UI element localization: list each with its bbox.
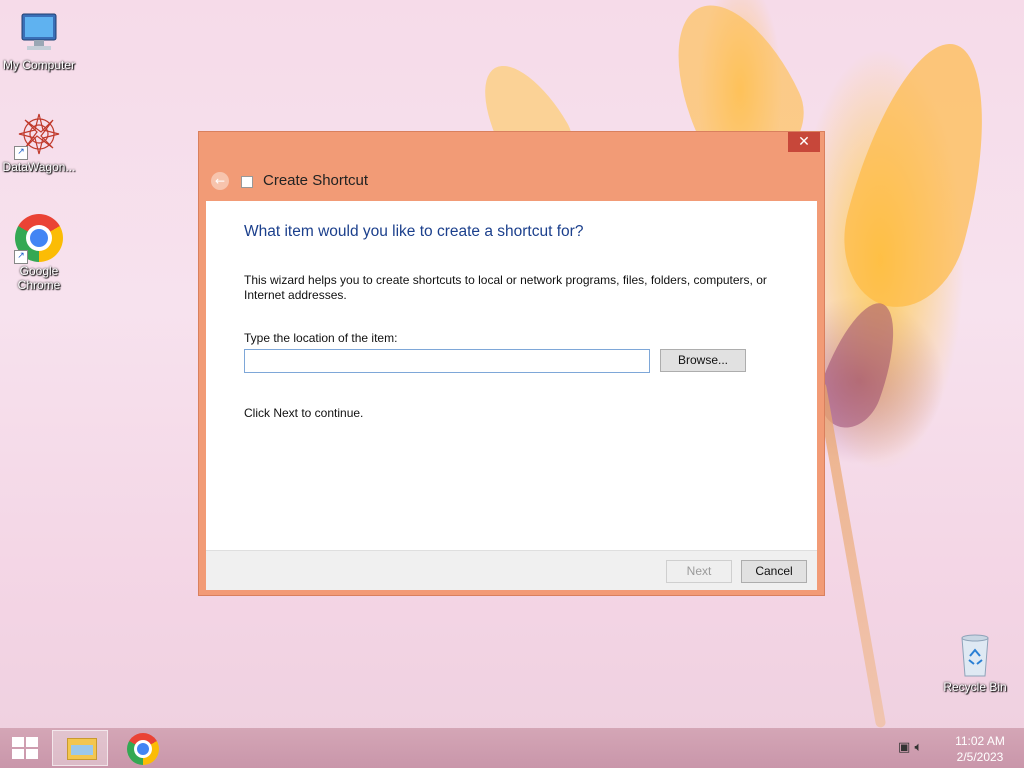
start-button[interactable] <box>12 737 38 759</box>
browse-button[interactable]: Browse... <box>660 349 746 372</box>
desktop-icon-label: Google Chrome <box>17 264 61 292</box>
back-arrow-icon[interactable]: ← <box>211 172 229 190</box>
file-explorer-icon <box>67 738 97 760</box>
clock[interactable]: 11:02 AM 2/5/2023 <box>944 733 1016 765</box>
close-button[interactable]: ✕ <box>788 132 820 152</box>
dialog-title: Create Shortcut <box>263 172 369 189</box>
shortcut-icon <box>241 176 253 188</box>
desktop-icon-my-computer[interactable]: My Computer <box>1 8 77 72</box>
windows-logo-icon <box>26 737 38 747</box>
wizard-footer: Next Cancel <box>206 550 817 590</box>
continue-text: Click Next to continue. <box>244 406 364 420</box>
taskbar-file-explorer[interactable] <box>52 730 108 766</box>
desktop-icon-google-chrome[interactable]: ↗ Google Chrome <box>1 214 77 292</box>
chrome-icon-wrap: ↗ <box>14 214 64 264</box>
next-button[interactable]: Next <box>666 560 732 583</box>
windows-logo-icon <box>12 749 24 759</box>
desktop-icon-label: Recycle Bin <box>943 680 1007 694</box>
cancel-button[interactable]: Cancel <box>741 560 807 583</box>
recycle-bin-icon <box>950 630 1000 680</box>
system-tray: ▣ 🔈︎ <box>898 740 922 755</box>
windows-logo-icon <box>12 737 24 747</box>
clock-date: 2/5/2023 <box>956 750 1004 764</box>
taskbar-google-chrome[interactable] <box>116 730 172 766</box>
shortcut-arrow-icon: ↗ <box>14 250 28 264</box>
wallpaper-stem <box>815 381 887 729</box>
chrome-icon <box>127 733 159 765</box>
windows-logo-icon <box>26 749 38 759</box>
wizard-description: This wizard helps you to create shortcut… <box>244 273 767 302</box>
wizard-heading: What item would you like to create a sho… <box>244 223 584 240</box>
shortcut-arrow-icon: ↗ <box>14 146 28 160</box>
desktop-icon-label: DataWagon... <box>2 160 76 174</box>
computer-icon <box>14 8 64 58</box>
create-shortcut-dialog: ✕ ← Create Shortcut What item would you … <box>198 131 825 596</box>
taskbar: ▣ 🔈︎ 11:02 AM 2/5/2023 <box>0 728 1024 768</box>
desktop-icon-label: My Computer <box>2 58 76 72</box>
volume-icon[interactable]: 🔈︎ <box>914 740 922 755</box>
desktop-icon-recycle-bin[interactable]: Recycle Bin <box>937 630 1013 694</box>
network-icon[interactable]: ▣ <box>898 740 910 755</box>
location-input[interactable] <box>244 349 650 373</box>
wizard-content: What item would you like to create a sho… <box>206 201 817 550</box>
desktop-icon-datawagon[interactable]: ↗ DataWagon... <box>1 110 77 174</box>
location-label: Type the location of the item: <box>244 331 398 345</box>
wallpaper-petal <box>827 29 1013 321</box>
clock-time: 11:02 AM <box>955 734 1005 748</box>
datawagon-icon: ↗ <box>14 110 64 160</box>
